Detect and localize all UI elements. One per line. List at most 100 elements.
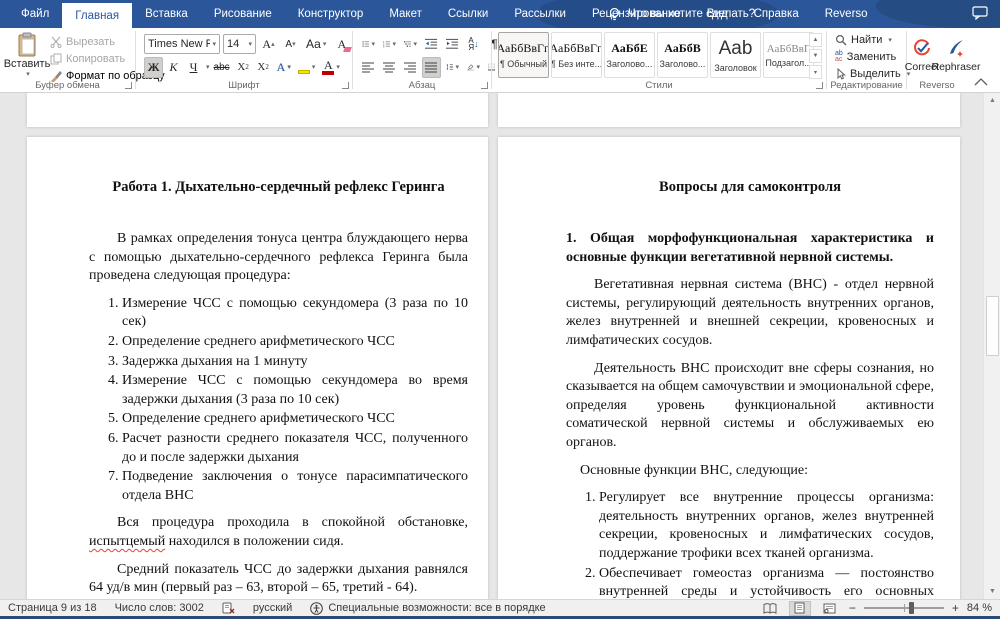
align-right-button[interactable] (401, 57, 420, 78)
style-title[interactable]: АabЗаголовок (710, 32, 761, 78)
styles-scroll-up-button[interactable]: ▲ (809, 33, 822, 47)
scrollbar-thumb[interactable] (986, 296, 999, 356)
rephraser-quill-icon (946, 38, 966, 58)
tab-layout[interactable]: Макет (376, 0, 435, 28)
line-spacing-button[interactable]: ▾ (443, 57, 462, 78)
align-center-button[interactable] (380, 57, 399, 78)
collapse-ribbon-button[interactable] (974, 78, 988, 86)
tab-design[interactable]: Конструктор (285, 0, 377, 28)
grow-font-button[interactable]: А▴ (259, 34, 278, 55)
bold-button[interactable]: Ж (144, 57, 163, 78)
sort-button[interactable]: АЯ↓ (464, 34, 483, 55)
page-left[interactable]: Работа 1. Дыхательно-сердечный рефлекс Г… (27, 137, 488, 599)
left-paragraph-2: Вся процедура проходила в спокойной обст… (89, 514, 468, 551)
font-size-select[interactable]: 14 ▾ (223, 34, 256, 54)
clear-formatting-button[interactable]: А (332, 34, 351, 55)
shrink-font-button[interactable]: А▾ (281, 34, 300, 55)
tab-home[interactable]: Главная (62, 3, 132, 28)
scrollbar-up-button[interactable]: ▲ (984, 93, 1000, 108)
right-paragraph-1: Вегетативная нервная система (ВНС) - отд… (566, 276, 934, 350)
grow-font-arrow-icon: ▴ (271, 40, 275, 48)
superscript-button[interactable]: X2 (254, 57, 273, 78)
page-number-indicator[interactable]: Страница 9 из 18 (8, 602, 97, 614)
accessibility-indicator[interactable]: Специальные возможности: все в порядке (310, 602, 545, 615)
style-no-spacing[interactable]: АаБбВвГг,¶ Без инте... (551, 32, 602, 78)
italic-button[interactable]: К (164, 57, 183, 78)
underline-button[interactable]: Ч (184, 57, 203, 78)
scrollbar-down-button[interactable]: ▼ (984, 584, 1000, 599)
page-right[interactable]: Вопросы для самоконтроля 1. Общая морфоф… (498, 137, 960, 599)
zoom-slider-tick (904, 604, 905, 612)
search-icon (835, 34, 847, 46)
replace-button[interactable]: abac Заменить (835, 49, 910, 65)
right-paragraph-3: Основные функции ВНС, следующие: (566, 462, 934, 481)
web-layout-button[interactable] (819, 601, 841, 616)
cut-label: Вырезать (66, 36, 115, 48)
find-button[interactable]: Найти▾ (835, 32, 910, 48)
tab-insert[interactable]: Вставка (132, 0, 201, 28)
style-subtitle[interactable]: АаБбВвГПодзагол... (763, 32, 814, 78)
document-area[interactable]: Работа 1. Дыхательно-сердечный рефлекс Г… (0, 93, 1000, 599)
justify-button[interactable] (422, 57, 441, 78)
subscript-button[interactable]: X2 (234, 57, 253, 78)
scissors-icon (50, 36, 62, 48)
language-indicator[interactable]: русский (253, 602, 292, 614)
font-size-dropdown-icon: ▾ (248, 40, 252, 48)
change-case-button[interactable]: Аа▾ (303, 34, 329, 55)
increase-indent-button[interactable] (443, 34, 462, 55)
tell-me-search[interactable]: Что вы хотите сделать? (608, 0, 755, 28)
procedure-item: Измерение ЧСС с помощью секундомера во в… (122, 372, 468, 409)
comments-icon[interactable] (972, 6, 988, 20)
tab-file[interactable]: Файл (8, 0, 62, 28)
proofing-status-icon[interactable] (222, 602, 235, 614)
style-heading1[interactable]: АаБбЕЗаголово... (604, 32, 655, 78)
read-mode-button[interactable] (759, 601, 781, 616)
zoom-slider[interactable] (864, 607, 944, 609)
font-family-select[interactable]: Times New Roman ▾ (144, 34, 220, 54)
clipboard-dialog-launcher[interactable] (125, 82, 132, 89)
styles-gallery: АаБбВвГг,¶ Обычный АаБбВвГг,¶ Без инте..… (498, 32, 814, 78)
bullets-button[interactable]: ▾ (359, 34, 378, 55)
zoom-slider-thumb[interactable] (909, 602, 914, 614)
font-size-value: 14 (227, 38, 246, 50)
tab-mailings[interactable]: Рассылки (501, 0, 579, 28)
reverso-rephraser-button[interactable]: Rephraser (941, 31, 971, 79)
underline-dropdown-icon[interactable]: ▾ (206, 63, 210, 71)
print-layout-button[interactable] (789, 601, 811, 616)
word-count-indicator[interactable]: Число слов: 3002 (115, 602, 204, 614)
numbering-button[interactable]: 123▾ (380, 34, 399, 55)
strikethrough-button[interactable]: abc (211, 57, 233, 78)
replace-icon: abac (835, 51, 843, 63)
left-paragraph-1: В рамках определения тонуса центра блужд… (89, 230, 468, 286)
tab-draw[interactable]: Рисование (201, 0, 285, 28)
vertical-scrollbar[interactable]: ▲ ▼ (983, 93, 1000, 599)
procedure-item: Определение среднего арифметического ЧСС (122, 333, 468, 352)
highlight-bar-icon (298, 70, 310, 74)
tab-reverso[interactable]: Reverso (812, 0, 881, 28)
decrease-indent-button[interactable] (422, 34, 441, 55)
zoom-in-button[interactable]: + (952, 601, 959, 615)
zoom-level-indicator[interactable]: 84 % (967, 602, 992, 614)
font-dialog-launcher[interactable] (342, 82, 349, 89)
shading-button[interactable]: ▾ (464, 57, 483, 78)
previous-page-right-bottom (498, 93, 960, 127)
style-heading2[interactable]: АаБбВЗаголово... (657, 32, 708, 78)
word-window: Файл Главная Вставка Рисование Конструкт… (0, 0, 1000, 619)
paragraph-dialog-launcher[interactable] (481, 82, 488, 89)
right-page-heading: Вопросы для самоконтроля (566, 179, 934, 196)
styles-more-button[interactable]: ▾ (809, 65, 822, 79)
styles-dialog-launcher[interactable] (816, 82, 823, 89)
text-effects-button[interactable]: А▾ (274, 57, 294, 78)
multilevel-list-button[interactable]: ▾ (401, 34, 420, 55)
align-left-button[interactable] (359, 57, 378, 78)
procedure-item: Задержка дыхания на 1 минуту (122, 353, 468, 372)
highlight-color-button[interactable]: ▾ (295, 57, 319, 78)
font-caption: Шрифт (136, 80, 352, 91)
zoom-out-button[interactable]: − (849, 601, 856, 615)
right-paragraph-2: Деятельность ВНС происходит вне сферы со… (566, 360, 934, 453)
style-normal[interactable]: АаБбВвГг,¶ Обычный (498, 32, 549, 78)
styles-scroll-down-button[interactable]: ▼ (809, 49, 822, 63)
font-color-button[interactable]: А▾ (319, 57, 343, 78)
eraser-icon (343, 47, 352, 52)
tab-references[interactable]: Ссылки (435, 0, 502, 28)
